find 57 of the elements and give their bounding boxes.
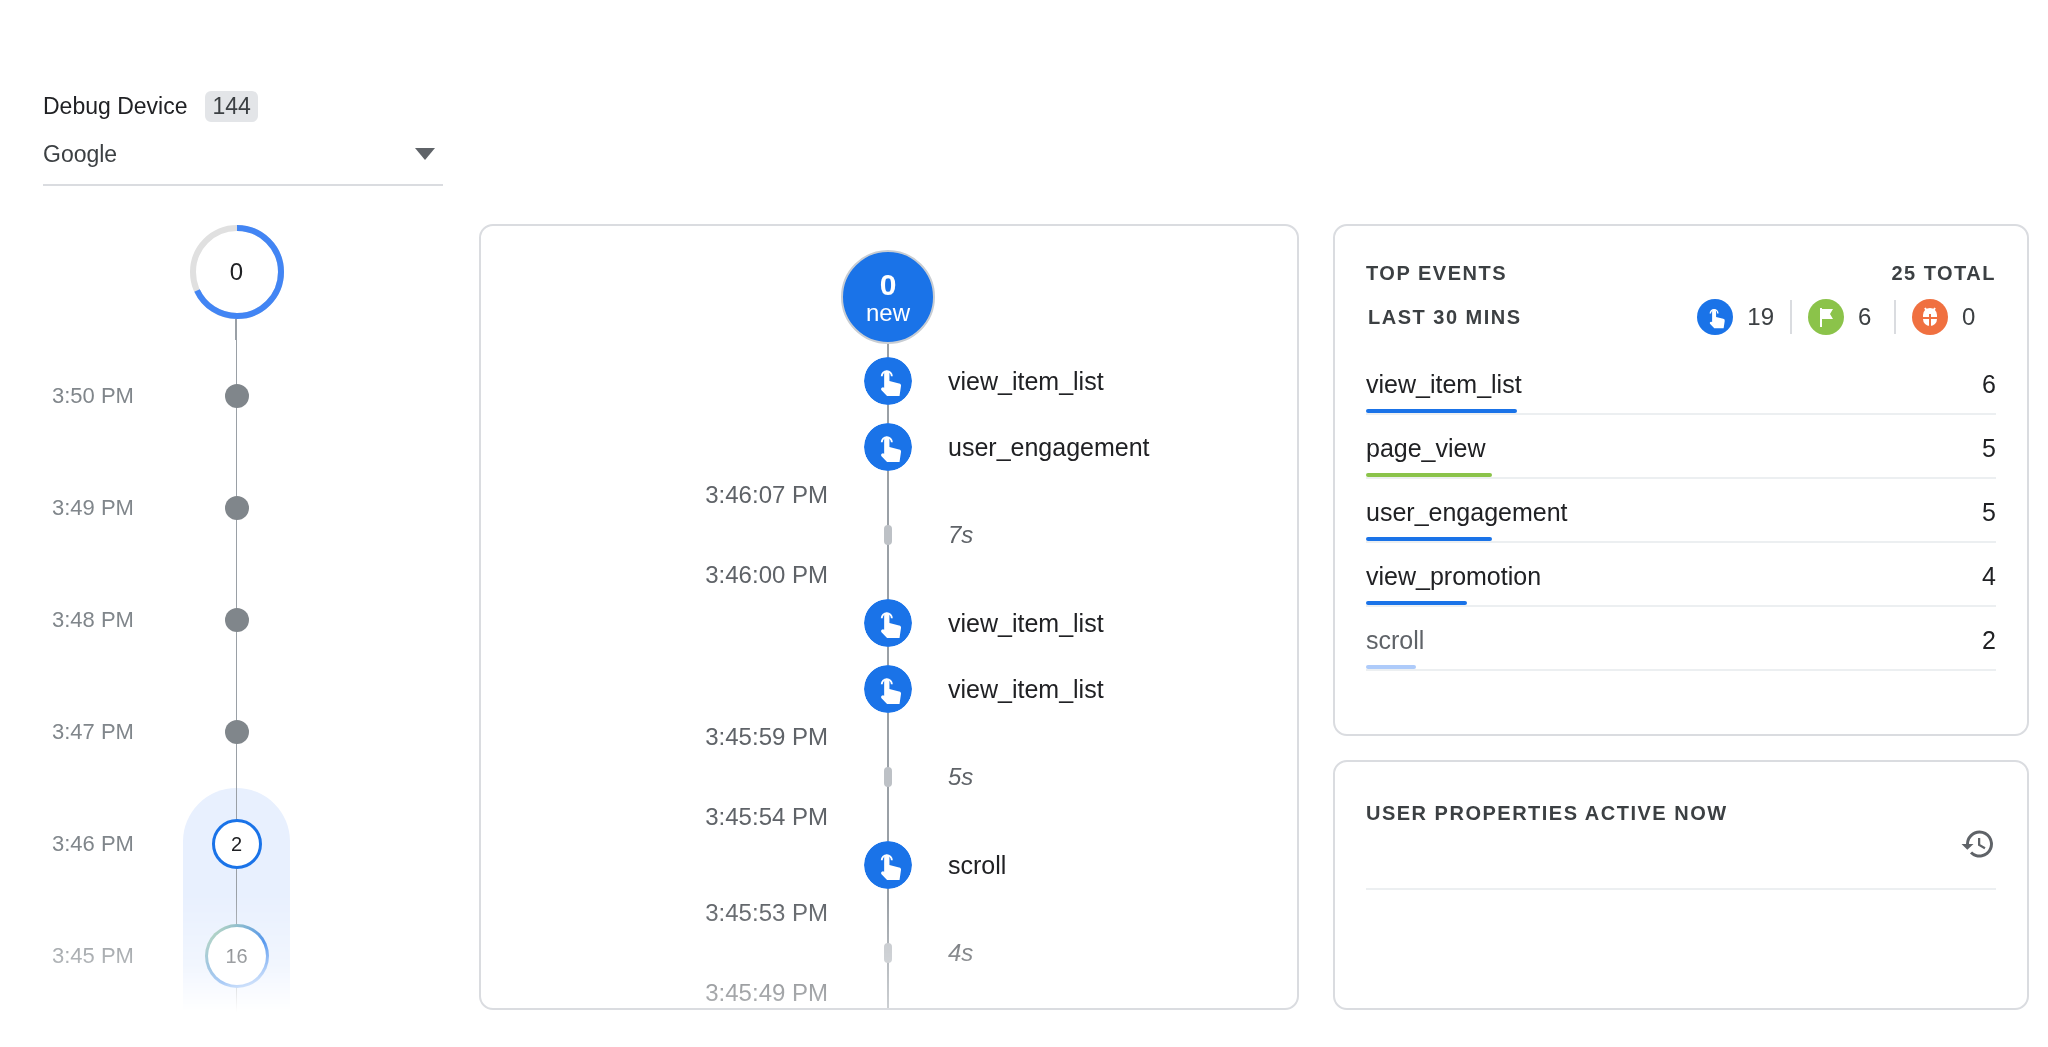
event-timestamp: 3:46:00 PM	[704, 561, 829, 589]
time-gap: 4s	[947, 939, 975, 967]
gap-marker	[884, 943, 892, 963]
event-name[interactable]: scroll	[1366, 626, 1425, 655]
period-label: LAST 30 MINS	[1367, 305, 1522, 329]
minute-label: 3:49 PM	[51, 495, 135, 521]
minute-dot[interactable]	[224, 384, 249, 408]
event-timestamp: 3:45:53 PM	[704, 899, 829, 927]
touch-icon	[864, 423, 912, 471]
event-name[interactable]: view_item_list	[938, 674, 1297, 704]
minute-dot[interactable]	[224, 608, 249, 632]
event-name[interactable]: user_engagement	[1366, 498, 1568, 527]
minute-label: 3:46 PM	[51, 831, 135, 857]
event-timestamp: 3:45:59 PM	[704, 723, 829, 751]
event-count: 5	[1982, 434, 1996, 463]
minute-label: 3:47 PM	[51, 719, 135, 745]
event-name[interactable]: user_engagement	[938, 432, 1297, 462]
time-gap: 5s	[947, 763, 975, 791]
touch-icon	[864, 357, 912, 405]
event-name[interactable]: scroll	[938, 850, 1297, 880]
device-count-badge: 144	[205, 90, 258, 122]
top-events-title: TOP EVENTS	[1366, 262, 1507, 285]
event-timestamp: 3:45:54 PM	[704, 803, 829, 831]
event-count: 4	[1982, 562, 1996, 591]
event-type-count: 19	[1747, 303, 1774, 331]
event-type-count: 0	[1962, 303, 1977, 331]
minute-dot[interactable]	[224, 720, 249, 744]
user-properties-title: USER PROPERTIES ACTIVE NOW	[1366, 802, 1728, 825]
event-timestamp: 3:45:49 PM	[704, 979, 829, 1007]
minute-count[interactable]: 2	[211, 819, 262, 869]
device-label: Debug Device	[43, 92, 188, 120]
caret-icon	[415, 148, 435, 160]
touch-icon	[864, 841, 912, 889]
new-events-bubble[interactable]: 0 new	[841, 250, 935, 344]
event-name[interactable]: page_view	[1366, 434, 1486, 463]
refresh-counter: 0	[188, 224, 285, 320]
gap-marker	[884, 767, 892, 787]
event-timestamp: 3:46:07 PM	[704, 481, 829, 509]
touch-icon	[864, 599, 912, 647]
event-count: 2	[1982, 626, 1996, 655]
event-name[interactable]: view_item_list	[938, 366, 1297, 396]
device-dropdown[interactable]: Google	[43, 124, 443, 186]
touch-icon	[864, 665, 912, 713]
gap-marker	[884, 525, 892, 545]
event-count: 5	[1982, 498, 1996, 527]
event-type-count: 6	[1858, 303, 1873, 331]
time-gap: 7s	[947, 521, 975, 549]
minute-label: 3:48 PM	[51, 607, 135, 633]
event-name[interactable]: view_item_list	[938, 608, 1297, 638]
total-count: 25 TOTAL	[1891, 262, 1996, 285]
event-count: 6	[1982, 370, 1996, 399]
selected-minute-highlight[interactable]: 2	[183, 788, 290, 900]
minute-label: 3:50 PM	[51, 383, 135, 409]
minute-dot[interactable]	[224, 496, 249, 520]
minute-label: 3:45 PM	[51, 943, 135, 969]
event-name[interactable]: view_promotion	[1366, 562, 1542, 591]
event-name[interactable]: view_item_list	[1366, 370, 1522, 399]
